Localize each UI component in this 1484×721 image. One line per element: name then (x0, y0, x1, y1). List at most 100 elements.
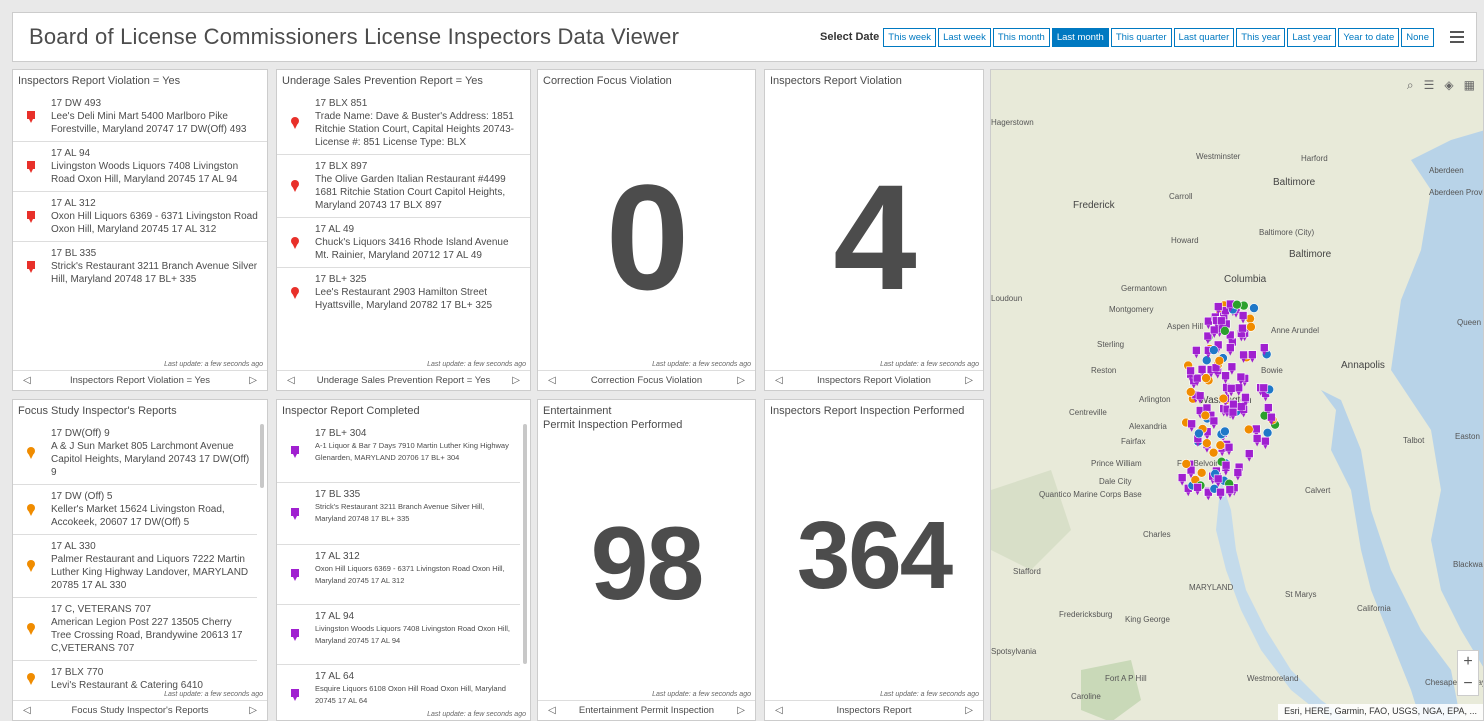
item-description: American Legion Post 227 13505 Cherry Tr… (51, 617, 243, 654)
map-marker[interactable] (1187, 419, 1196, 432)
item-description: Palmer Restaurant and Liquors 7222 Marti… (51, 554, 249, 591)
list-item[interactable]: 17 AL 330 Palmer Restaurant and Liquors 7… (13, 534, 257, 597)
map-marker[interactable] (1218, 393, 1229, 404)
map-marker[interactable] (1233, 468, 1243, 481)
list-item[interactable]: 17 BL+ 325 Lee's Restaurant 2903 Hamilton… (277, 267, 530, 317)
map-marker[interactable] (1214, 355, 1225, 366)
list-item[interactable]: 17 DW 493 Lee's Deli Mini Mart 5400 Marlb… (13, 92, 267, 141)
page-title: Board of License Commissioners License I… (29, 24, 680, 49)
next-arrow-icon[interactable]: ▷ (249, 705, 257, 716)
map-marker[interactable] (1201, 373, 1211, 383)
map-view[interactable]: Hagerstown Westminster Harford Aberdeen Fred… (990, 69, 1484, 721)
layers-icon[interactable]: ◈ (1444, 78, 1453, 93)
map-marker[interactable] (1194, 428, 1204, 439)
prev-arrow-icon[interactable]: ◁ (548, 705, 556, 716)
next-arrow-icon[interactable]: ▷ (965, 705, 973, 716)
date-option-button[interactable]: This month (992, 27, 1050, 47)
list-item[interactable]: 17 AL 94 Livingston Woods Liquors 7408 Li… (277, 604, 520, 664)
panel-report-completed: Inspector Report Completed 17 BL+ 304 A-1… (276, 399, 531, 721)
map-marker[interactable] (1216, 487, 1225, 501)
map-marker[interactable] (1243, 424, 1254, 435)
list-item[interactable]: 17 DW(Off) 9 A & J Sun Market 805 Larchmo… (13, 422, 257, 484)
map-marker[interactable] (1195, 391, 1205, 404)
list-item[interactable]: 17 BL 335 Strick's Restaurant 3211 Branch… (13, 241, 267, 291)
list-item[interactable]: 17 BL 335 Strick's Restaurant 3211 Branch… (277, 482, 520, 544)
map-marker[interactable] (1249, 303, 1259, 313)
footer-label: Inspectors Report Violation = Yes (69, 375, 211, 386)
date-option-button[interactable]: Last quarter (1173, 27, 1235, 47)
prev-arrow-icon[interactable]: ◁ (775, 375, 783, 386)
list-item[interactable]: 17 AL 49 Chuck's Liquors 3416 Rhode Islan… (277, 217, 530, 267)
panel-footer: ◁ Inspectors Report Violation = Yes ▷ (13, 370, 267, 390)
list-item[interactable]: 17 C, VETERANS 707 American Legion Post 2… (13, 597, 257, 660)
item-title: 17 BLX 897 (315, 161, 368, 172)
date-option-button[interactable]: None (1401, 27, 1434, 47)
map-marker[interactable] (1224, 442, 1234, 456)
prev-arrow-icon[interactable]: ◁ (23, 375, 31, 386)
scrollbar[interactable] (523, 424, 527, 664)
panel-correction-focus: Correction Focus Violation 0 Last update… (537, 69, 756, 391)
map-marker[interactable] (1225, 343, 1235, 356)
prev-arrow-icon[interactable]: ◁ (548, 375, 556, 386)
map-marker[interactable] (1196, 467, 1207, 478)
map-marker[interactable] (1185, 387, 1196, 397)
zoom-in-button[interactable]: + (1458, 651, 1478, 673)
item-title: 17 AL 312 (51, 198, 96, 209)
zoom-control: + − (1457, 650, 1479, 696)
list-item[interactable]: 17 AL 94 Livingston Woods Liquors 7408 Li… (13, 141, 267, 191)
date-option-button[interactable]: Last week (938, 27, 991, 47)
map-marker[interactable] (1244, 449, 1254, 462)
map-marker[interactable] (1209, 416, 1219, 429)
list-item[interactable]: 17 DW (Off) 5 Keller's Market 15624 Livin… (13, 484, 257, 534)
panel-title: Focus Study Inspector's Reports (18, 405, 177, 417)
next-arrow-icon[interactable]: ▷ (737, 705, 745, 716)
map-marker[interactable] (1238, 311, 1248, 324)
prev-arrow-icon[interactable]: ◁ (775, 705, 783, 716)
next-arrow-icon[interactable]: ▷ (249, 375, 257, 386)
list-item[interactable]: 17 BL+ 304 A-1 Liquor & Bar 7 Days 7910 M… (277, 422, 520, 482)
map-marker[interactable] (1200, 410, 1211, 421)
next-arrow-icon[interactable]: ▷ (512, 375, 520, 386)
date-option-button[interactable]: Year to date (1338, 27, 1400, 47)
legend-icon[interactable]: ☰ (1424, 78, 1435, 93)
item-title: 17 BLX 770 (51, 667, 104, 678)
date-option-button[interactable]: Last year (1287, 27, 1337, 47)
zoom-out-button[interactable]: − (1458, 673, 1478, 695)
next-arrow-icon[interactable]: ▷ (737, 375, 745, 386)
date-option-button[interactable]: This quarter (1110, 27, 1172, 47)
map-marker[interactable] (1192, 346, 1201, 359)
map-marker[interactable] (1252, 434, 1262, 447)
next-arrow-icon[interactable]: ▷ (965, 375, 973, 386)
hamburger-menu-icon[interactable] (1450, 28, 1464, 46)
list-item[interactable]: 17 BLX 897 The Olive Garden Italian Resta… (277, 154, 530, 217)
map-marker[interactable] (1208, 447, 1219, 458)
item-title: 17 BL 335 (51, 248, 97, 259)
basemap-icon[interactable]: ▦ (1464, 78, 1475, 93)
map-marker[interactable] (1232, 299, 1242, 310)
date-option-button[interactable]: This year (1236, 27, 1286, 47)
prev-arrow-icon[interactable]: ◁ (287, 375, 295, 386)
map-marker[interactable] (1215, 440, 1226, 451)
map-marker[interactable] (1193, 483, 1202, 496)
map-marker[interactable] (1262, 428, 1273, 438)
scrollbar[interactable] (260, 424, 264, 488)
map-marker[interactable] (1177, 473, 1187, 486)
map-marker[interactable] (1181, 459, 1192, 469)
search-icon[interactable]: ⌕ (1407, 78, 1414, 93)
map-pin-icon (27, 110, 35, 123)
map-marker[interactable] (1246, 322, 1256, 332)
list-item[interactable]: 17 AL 312 Oxon Hill Liquors 6369 - 6371 L… (13, 191, 267, 241)
map-marker[interactable] (1202, 438, 1212, 448)
map-pin-icon (291, 568, 299, 581)
map-marker[interactable] (1220, 426, 1230, 437)
map-marker[interactable] (1209, 345, 1219, 355)
date-option-button[interactable]: Last month (1051, 27, 1109, 47)
prev-arrow-icon[interactable]: ◁ (23, 705, 31, 716)
list-item[interactable]: 17 BLX 851 Trade Name: Dave & Buster's Ad… (277, 92, 530, 154)
map-marker[interactable] (1221, 371, 1230, 384)
map-marker[interactable] (1201, 355, 1212, 366)
map-marker[interactable] (1261, 436, 1270, 450)
date-option-button[interactable]: This week (883, 27, 937, 47)
map-marker[interactable] (1225, 485, 1235, 498)
list-item[interactable]: 17 AL 312 Oxon Hill Liquors 6369 - 6371 L… (277, 544, 520, 604)
